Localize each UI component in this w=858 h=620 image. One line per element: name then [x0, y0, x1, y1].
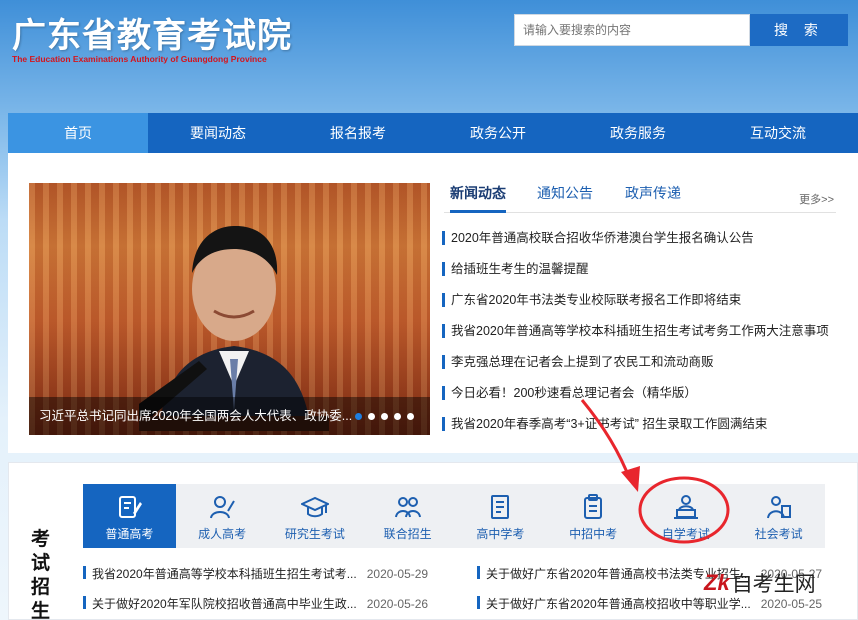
exam-news-date: 2020-05-25	[760, 597, 823, 611]
tab-notices[interactable]: 通知公告	[537, 181, 593, 213]
graduation-cap-icon	[300, 496, 329, 518]
label-char: 生	[31, 600, 51, 620]
news-item[interactable]: 我省2020年普通高等学校本科插班生招生考试考务工作两大注意事项	[442, 322, 842, 353]
category-label: 成人高考	[198, 527, 247, 541]
person-doc-icon	[766, 496, 791, 519]
category-self-study[interactable]: 自学考试	[640, 484, 733, 548]
news-panel: 习近平总书记同出席2020年全国两会人大代表、政协委... 新闻动态 通知公告 …	[8, 153, 858, 453]
category-social[interactable]: 社会考试	[732, 484, 825, 548]
tab-policy[interactable]: 政声传递	[625, 181, 681, 213]
category-zhongkao[interactable]: 中招中考	[547, 484, 640, 548]
watermark-logo: Zk	[704, 570, 730, 595]
group-icon	[394, 497, 421, 518]
site-subtitle: The Education Examinations Authority of …	[12, 54, 267, 64]
category-label: 普通高考	[105, 527, 154, 541]
news-item[interactable]: 李克强总理在记者会上提到了农民工和流动商贩	[442, 353, 842, 384]
watermark-text: 自考生网	[731, 572, 816, 596]
category-label: 研究生考试	[284, 527, 345, 541]
slide-dot[interactable]	[355, 413, 362, 420]
person-pen-icon	[210, 496, 235, 519]
slide-dots	[355, 413, 414, 420]
category-gaokao[interactable]: 普通高考	[83, 484, 176, 548]
exam-news-title: 关于做好2020年军队院校招收普通高中毕业生政...	[92, 597, 357, 611]
news-item[interactable]: 广东省2020年书法类专业校际联考报名工作即将结束	[442, 291, 842, 322]
category-graduate[interactable]: 研究生考试	[269, 484, 362, 548]
exam-news-title: 我省2020年普通高等学校本科插班生招生考试考...	[92, 567, 357, 581]
search-button[interactable]: 搜 索	[750, 14, 848, 46]
exam-news-item[interactable]: 我省2020年普通高等学校本科插班生招生考试考... 2020-05-29	[83, 565, 428, 582]
more-link[interactable]: 更多>>	[799, 191, 834, 207]
exam-news-date: 2020-05-29	[366, 567, 429, 581]
news-item[interactable]: 2020年普通高校联合招收华侨港澳台学生报名确认公告	[442, 229, 842, 260]
exam-news-item[interactable]: 关于做好2020年军队院校招收普通高中毕业生政... 2020-05-26	[83, 595, 428, 612]
category-label: 联合招生	[383, 527, 432, 541]
exam-news-date: 2020-05-26	[366, 597, 429, 611]
slideshow[interactable]: 习近平总书记同出席2020年全国两会人大代表、政协委...	[29, 183, 430, 435]
pen-paper-icon	[119, 496, 143, 518]
nav-item-services[interactable]: 政务服务	[568, 113, 708, 153]
label-char: 考	[31, 528, 51, 550]
main-nav: 首页 要闻动态 报名报考 政务公开 政务服务 互动交流	[8, 113, 858, 153]
slide-dot[interactable]	[407, 413, 414, 420]
slide-dot[interactable]	[368, 413, 375, 420]
nav-item-public-affairs[interactable]: 政务公开	[428, 113, 568, 153]
category-label: 中招中考	[569, 527, 618, 541]
site-header: 广东省教育考试院 The Education Examinations Auth…	[0, 0, 858, 112]
slide-dot[interactable]	[394, 413, 401, 420]
clipboard-icon	[584, 494, 603, 519]
category-highschool[interactable]: 高中学考	[454, 484, 547, 548]
news-item[interactable]: 今日必看！200秒速看总理记者会（精华版）	[442, 384, 842, 415]
exam-news-title: 关于做好广东省2020年普通高校招收中等职业学...	[486, 597, 751, 611]
exam-section-label: 考 试 招 生	[31, 527, 53, 620]
label-char: 招	[31, 576, 51, 598]
news-item[interactable]: 我省2020年春季高考“3+证书考试” 招生录取工作圆满结束	[442, 415, 842, 446]
category-label: 高中学考	[476, 527, 525, 541]
category-adult[interactable]: 成人高考	[176, 484, 269, 548]
watermark: Zk 自考生网	[704, 568, 816, 598]
nav-item-news[interactable]: 要闻动态	[148, 113, 288, 153]
search-input[interactable]	[514, 14, 750, 46]
news-item[interactable]: 给插班生考生的温馨提醒	[442, 260, 842, 291]
category-label: 自学考试	[661, 527, 710, 541]
label-char: 试	[31, 552, 51, 574]
laptop-person-icon	[673, 495, 698, 519]
site-title[interactable]: 广东省教育考试院	[12, 8, 292, 57]
category-joint[interactable]: 联合招生	[361, 484, 454, 548]
exam-category-bar: 普通高考 成人高考 研究生考试 联合招生 高中学考 中招中考 自学考试 社会考试	[83, 484, 825, 548]
news-list: 2020年普通高校联合招收华侨港澳台学生报名确认公告 给插班生考生的温馨提醒 广…	[442, 229, 842, 446]
news-tabs: 新闻动态 通知公告 政声传递 更多>>	[444, 181, 836, 213]
nav-item-home[interactable]: 首页	[8, 113, 148, 153]
nav-item-registration[interactable]: 报名报考	[288, 113, 428, 153]
document-icon	[491, 495, 510, 519]
nav-item-interaction[interactable]: 互动交流	[708, 113, 848, 153]
slide-dot[interactable]	[381, 413, 388, 420]
category-label: 社会考试	[754, 527, 803, 541]
tab-news[interactable]: 新闻动态	[450, 181, 506, 213]
